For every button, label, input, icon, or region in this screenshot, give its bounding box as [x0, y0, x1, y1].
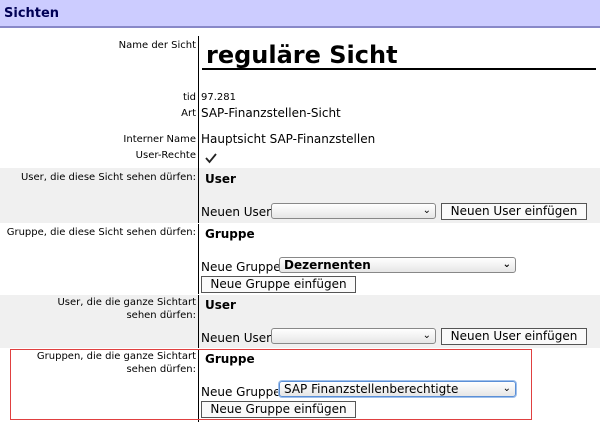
section-label: Gruppe, die diese Sicht sehen dürfen:: [6, 227, 196, 238]
name-label: Name der Sicht: [118, 40, 196, 51]
new-group-label: Neue Gruppe: [201, 260, 281, 274]
add-user-button[interactable]: Neuen User einfügen: [441, 203, 587, 220]
view-name-input[interactable]: reguläre Sicht: [202, 38, 596, 70]
column-divider: [198, 224, 199, 294]
add-user-button[interactable]: Neuen User einfügen: [441, 328, 587, 345]
new-user-label: Neuen User: [201, 205, 272, 219]
tid-label: tid: [182, 92, 196, 103]
chevron-down-icon: ⌄: [422, 205, 431, 216]
header-title: Sichten: [4, 6, 60, 21]
tid-value: 97.281: [201, 92, 236, 103]
internal-name-label: Interner Name: [123, 134, 196, 145]
section-heading: Gruppe: [205, 227, 255, 241]
section-label: User, die die ganze Sichtart sehen dürfe…: [57, 297, 196, 321]
user-rights-label: User-Rechte: [135, 150, 196, 161]
section-heading: User: [205, 298, 236, 312]
new-user-label: Neuen User: [201, 331, 272, 345]
column-divider: [198, 295, 199, 348]
column-divider: [198, 168, 199, 223]
add-group-button[interactable]: Neue Gruppe einfügen: [201, 276, 356, 293]
section-label: User, die diese Sicht sehen dürfen:: [20, 172, 196, 183]
user-rights-checkbox[interactable]: [204, 151, 218, 165]
user-select[interactable]: ⌄: [271, 203, 436, 219]
column-divider: [198, 36, 199, 168]
art-value: SAP-Finanzstellen-Sicht: [201, 106, 341, 120]
art-label: Art: [181, 108, 196, 119]
user-select[interactable]: ⌄: [271, 328, 436, 344]
internal-name-value: Hauptsicht SAP-Finanzstellen: [201, 132, 376, 146]
chevron-down-icon: ⌄: [502, 259, 511, 270]
chevron-down-icon: ⌄: [422, 330, 431, 341]
section-header: Sichten: [0, 0, 600, 28]
group-select[interactable]: Dezernenten ⌄: [279, 257, 516, 273]
section-heading: User: [205, 172, 236, 186]
highlight-box: [10, 349, 532, 420]
